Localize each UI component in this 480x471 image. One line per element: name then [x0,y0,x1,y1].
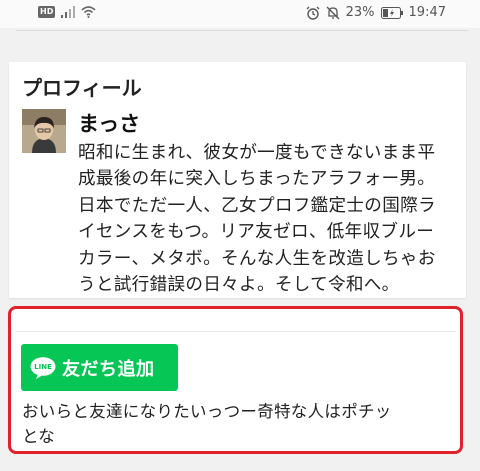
line-logo-text: LINE [34,363,52,371]
alarm-icon [306,6,320,20]
bio-line: イセンスをもつ。リア友ゼロ、低年収ブルー [78,222,435,243]
profile-name: まっさ [78,112,141,136]
avatar [22,109,66,153]
status-right: 23% 19:47 [306,5,446,20]
line-add-friend-button[interactable]: LINE 友だち追加 [21,344,178,391]
bio-line: 昭和に生まれ、彼女が一度もできないまま平 [78,143,436,163]
signal-icon [61,6,76,18]
battery-icon [380,6,403,19]
mute-icon [326,6,340,19]
bio-line: 成最後の年に突入しちまったアラフォー男。 [78,169,436,190]
line-button-label: 友だち追加 [62,358,155,380]
divider [15,331,455,332]
bio-line: 日本でただ一人、乙女プロフ鑑定士の国際ラ [78,195,436,216]
profile-bio: 昭和に生まれ、彼女が一度もできないまま平 成最後の年に突入しちまったアラフォー男… [78,140,464,298]
cta-message: おいらと友達になりたいっつー奇特な人はポチッ とな [22,399,452,449]
profile-card: プロフィール まっさ 昭和に生まれ、彼女が一度もできないまま平 成最後の年に突入… [9,62,466,298]
clock: 19:47 [408,5,446,20]
bio-line: うと試行錯誤の日々よ。そして令和へ。 [78,275,400,296]
divider [16,30,468,31]
cta-line: とな [22,427,56,446]
line-logo-icon: LINE [30,356,56,379]
cta-line: おいらと友達になりたいっつー奇特な人はポチッ [22,402,392,421]
battery-percent: 23% [345,5,375,20]
wifi-icon [81,6,96,18]
bio-line: カラー、メタボ。そんな人生を改造しちゃお [78,248,436,269]
status-bar: HD 23% 19:47 [0,0,480,28]
hd-badge: HD [38,6,56,18]
status-left: HD [38,6,96,18]
line-cta-highlight: LINE 友だち追加 おいらと友達になりたいっつー奇特な人はポチッ とな [8,306,463,454]
profile-title: プロフィール [22,76,142,100]
